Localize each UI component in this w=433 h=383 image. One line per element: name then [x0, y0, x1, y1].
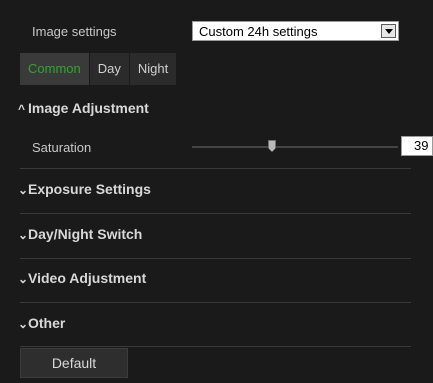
section-title: Exposure Settings	[28, 181, 151, 197]
chevron-down-icon: ⌄	[18, 183, 29, 197]
saturation-label: Saturation	[32, 140, 92, 155]
tab-common[interactable]: Common	[20, 53, 90, 85]
image-settings-select[interactable]: Custom 24h settings	[192, 21, 399, 41]
saturation-slider-handle[interactable]	[268, 140, 276, 152]
chevron-down-icon: ⌄	[18, 228, 29, 242]
image-settings-value: Custom 24h settings	[199, 24, 318, 39]
chevron-down-icon: ⌄	[18, 272, 29, 286]
tab-bar: Common Day Night	[20, 53, 178, 85]
divider	[20, 258, 411, 259]
tab-day[interactable]: Day	[89, 53, 130, 85]
section-exposure-settings[interactable]: ⌄Exposure Settings	[18, 181, 151, 197]
divider	[20, 168, 411, 169]
section-other[interactable]: ⌄Other	[18, 315, 65, 331]
section-video-adjustment[interactable]: ⌄Video Adjustment	[18, 270, 146, 286]
saturation-slider-track[interactable]	[192, 146, 398, 148]
default-button[interactable]: Default	[20, 348, 128, 378]
section-title: Video Adjustment	[28, 270, 147, 286]
section-title: Image Adjustment	[28, 100, 149, 116]
chevron-down-icon[interactable]	[381, 24, 396, 38]
section-title: Day/Night Switch	[28, 226, 143, 242]
divider	[20, 302, 411, 303]
tab-night[interactable]: Night	[129, 53, 178, 85]
chevron-up-icon: ^	[18, 102, 26, 116]
divider	[20, 346, 411, 347]
chevron-down-icon: ⌄	[18, 317, 29, 331]
section-title: Other	[28, 315, 66, 331]
divider	[20, 213, 411, 214]
section-day-night-switch[interactable]: ⌄Day/Night Switch	[18, 226, 142, 242]
image-settings-label: Image settings	[32, 24, 117, 39]
saturation-value-input[interactable]: 39	[401, 136, 433, 156]
section-image-adjustment[interactable]: ^ Image Adjustment	[18, 100, 149, 116]
